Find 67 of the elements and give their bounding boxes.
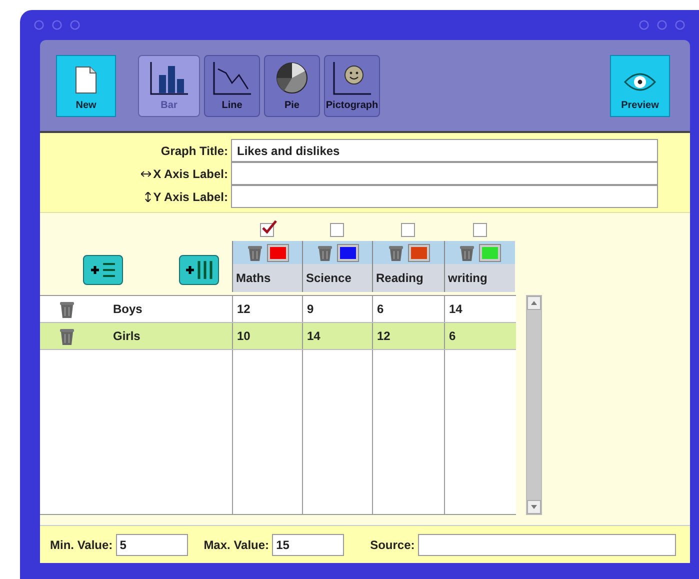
- chart-type-tab[interactable]: Line: [204, 54, 260, 116]
- trash-icon[interactable]: [59, 300, 75, 318]
- trash-icon[interactable]: [388, 244, 404, 262]
- up-arrow-icon: [531, 301, 537, 305]
- table-cell[interactable]: 6: [372, 296, 444, 322]
- row-label: Boys: [113, 301, 142, 318]
- color-picker[interactable]: [336, 244, 358, 262]
- window-dots-icon: [34, 20, 80, 30]
- field-label: X Axis Label:: [153, 166, 228, 182]
- table-cell[interactable]: 14: [444, 296, 515, 322]
- column-header: Science: [302, 264, 372, 292]
- table-cell[interactable]: 10: [232, 323, 302, 349]
- text-field[interactable]: [231, 185, 658, 208]
- new-button[interactable]: New: [56, 54, 116, 116]
- table-cell[interactable]: 12: [372, 323, 444, 349]
- field-label: Max. Value:: [204, 536, 270, 554]
- text-field[interactable]: [418, 534, 676, 556]
- window-dots-icon: [639, 20, 685, 30]
- column-header: writing: [444, 264, 515, 292]
- table-row[interactable]: Boys 12 9 6 14: [40, 296, 516, 323]
- scroll-down-button[interactable]: [527, 500, 541, 514]
- text-field[interactable]: 15: [272, 534, 344, 556]
- bar-chart-icon: [149, 60, 189, 94]
- vertical-arrow-icon: [145, 192, 152, 202]
- plus-columns-icon: [183, 259, 215, 281]
- column-checkbox[interactable]: [330, 223, 344, 237]
- table-row[interactable]: Girls 10 14 12 6: [40, 323, 516, 350]
- field-label: Source:: [370, 536, 415, 554]
- trash-icon[interactable]: [246, 244, 262, 262]
- text-field[interactable]: [231, 162, 658, 185]
- trash-icon[interactable]: [459, 244, 475, 262]
- column-checkbox[interactable]: [401, 223, 415, 237]
- table-cell[interactable]: 12: [232, 296, 302, 322]
- text-field[interactable]: Likes and dislikes: [231, 139, 658, 162]
- chart-type-tab[interactable]: Pictograph: [324, 54, 380, 116]
- document-icon: [75, 66, 97, 94]
- table-cell[interactable]: 6: [444, 323, 515, 349]
- eye-icon: [624, 72, 656, 92]
- trash-icon[interactable]: [316, 244, 332, 262]
- color-picker[interactable]: [266, 244, 288, 262]
- field-label: Y Axis Label:: [153, 188, 228, 206]
- add-column-button[interactable]: [179, 255, 219, 285]
- field-label: Graph Title:: [160, 142, 228, 160]
- color-picker[interactable]: [479, 244, 501, 262]
- add-row-button[interactable]: [83, 255, 123, 285]
- line-chart-icon: [212, 60, 252, 94]
- smiley-graph-icon: [332, 60, 372, 94]
- scroll-up-button[interactable]: [527, 296, 541, 310]
- trash-icon[interactable]: [59, 326, 75, 346]
- pie-chart-icon: [274, 60, 310, 94]
- column-checkbox[interactable]: [472, 223, 486, 237]
- row-label: Girls: [113, 328, 140, 345]
- field-label: Min. Value:: [50, 536, 113, 554]
- preview-button[interactable]: Preview: [610, 54, 670, 116]
- column-header: Reading: [372, 264, 444, 292]
- check-icon: [261, 220, 277, 234]
- horizontal-arrow-icon: [141, 170, 152, 176]
- scrollbar[interactable]: [526, 295, 542, 515]
- table-cell[interactable]: 14: [302, 323, 372, 349]
- color-picker[interactable]: [408, 244, 430, 262]
- text-field[interactable]: 5: [116, 534, 188, 556]
- column-header: Maths: [232, 264, 302, 292]
- table-cell[interactable]: 9: [302, 296, 372, 322]
- column-checkbox[interactable]: [260, 223, 274, 237]
- plus-rows-icon: [88, 260, 118, 280]
- down-arrow-icon: [531, 505, 537, 509]
- chart-type-tab[interactable]: Pie: [264, 54, 320, 116]
